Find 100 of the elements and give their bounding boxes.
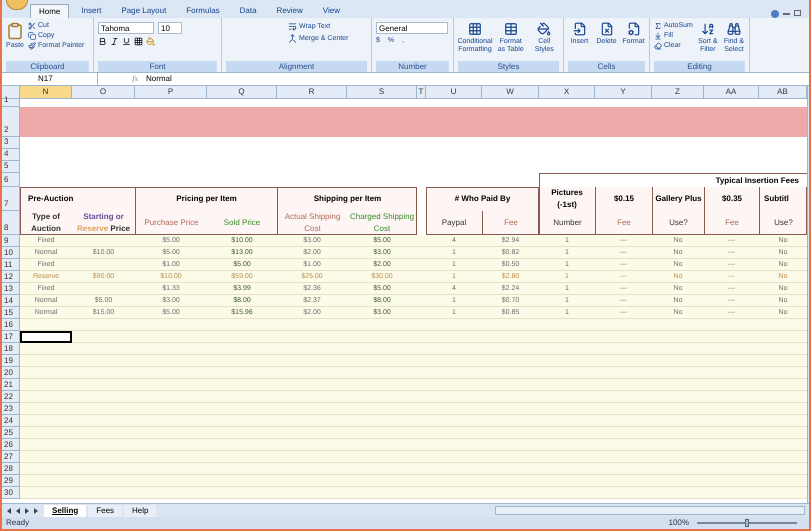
section-title: Pre-Auction xyxy=(28,193,74,205)
row-number[interactable]: 1 xyxy=(2,99,20,107)
italic-icon xyxy=(110,37,119,46)
column-title: Subtitl xyxy=(764,193,789,205)
column-title: Fee xyxy=(504,217,518,229)
status-text: Ready xyxy=(6,517,30,529)
row-number[interactable]: 23 xyxy=(2,403,20,415)
formula-field[interactable]: Normal xyxy=(142,73,809,85)
column-title: Type of Auction xyxy=(30,211,62,235)
row-number[interactable]: 27 xyxy=(2,451,20,463)
column-title: Fee xyxy=(725,217,739,229)
row-number[interactable]: 28 xyxy=(2,463,20,475)
paintbrush-icon xyxy=(28,42,36,50)
row-number[interactable]: 5 xyxy=(2,161,20,173)
ribbon-tab[interactable]: Data xyxy=(232,4,265,18)
column-title: $0.15 xyxy=(614,193,634,205)
column-header[interactable]: W xyxy=(482,86,539,98)
row-number[interactable]: 30 xyxy=(2,487,20,499)
column-header[interactable]: R xyxy=(277,86,347,98)
ribbon-tab[interactable]: Insert xyxy=(73,4,110,18)
row-number[interactable]: 12 xyxy=(2,271,20,283)
column-header[interactable]: X xyxy=(539,86,595,98)
group-label: Editing xyxy=(687,62,712,71)
column-title: Gallery Plus xyxy=(655,193,702,205)
vertical-scrollbar[interactable] xyxy=(807,86,809,503)
row-number[interactable]: 29 xyxy=(2,475,20,487)
column-title: $0.35 xyxy=(722,193,742,205)
group-label: Styles xyxy=(498,62,520,71)
column-header[interactable]: T xyxy=(417,86,426,98)
row-number[interactable]: 6 xyxy=(2,173,20,187)
row-number[interactable]: 10 xyxy=(2,247,20,259)
ribbon-tab[interactable]: Page Layout xyxy=(113,4,174,18)
underline-icon xyxy=(122,37,131,46)
row-number[interactable]: 26 xyxy=(2,439,20,451)
column-header[interactable]: Y xyxy=(595,86,652,98)
row-number[interactable]: 2 xyxy=(2,107,20,137)
table-icon xyxy=(504,22,518,36)
column-header[interactable]: O xyxy=(72,86,135,98)
section-title: Typical Insertion Fees xyxy=(716,174,799,186)
row-number[interactable]: 21 xyxy=(2,379,20,391)
column-title: Number xyxy=(553,217,582,229)
zoom-thumb[interactable] xyxy=(745,519,749,527)
sheet-tab[interactable]: Fees xyxy=(88,504,122,516)
row-number[interactable]: 3 xyxy=(2,137,20,149)
row-number[interactable]: 13 xyxy=(2,283,20,295)
horizontal-scrollbar[interactable] xyxy=(495,506,805,515)
column-header[interactable]: N xyxy=(20,86,72,98)
column-title: Actual Shipping Cost xyxy=(284,211,342,235)
column-title: Sold Price xyxy=(224,217,260,229)
row-number[interactable]: 11 xyxy=(2,259,20,271)
column-header[interactable]: S xyxy=(347,86,417,98)
row-number[interactable]: 14 xyxy=(2,295,20,307)
borders-icon xyxy=(134,37,143,46)
sort-icon xyxy=(700,22,715,36)
row-number[interactable]: 24 xyxy=(2,415,20,427)
name-box[interactable]: N17 xyxy=(2,73,98,85)
ribbon-tab[interactable]: Review xyxy=(268,4,311,18)
font-name-field[interactable]: Tahoma xyxy=(98,22,154,34)
bold-icon xyxy=(98,37,107,46)
row-number[interactable]: 9 xyxy=(2,235,20,247)
zoom-level: 100% xyxy=(668,517,689,529)
row-number[interactable]: 18 xyxy=(2,343,20,355)
row-number[interactable]: 20 xyxy=(2,367,20,379)
font-size-field[interactable]: 10 xyxy=(158,22,182,34)
group-label: Number xyxy=(398,62,427,71)
insert-icon xyxy=(572,22,586,36)
sheet-tab[interactable]: Selling xyxy=(44,504,86,516)
help-icon[interactable] xyxy=(771,10,779,18)
fill-icon xyxy=(654,32,662,40)
binoculars-icon xyxy=(726,22,741,36)
column-header[interactable]: P xyxy=(135,86,207,98)
column-header[interactable]: U xyxy=(426,86,482,98)
column-title: Fee xyxy=(617,217,631,229)
column-title: Starting or Reserve Price xyxy=(76,211,131,235)
row-number[interactable]: 16 xyxy=(2,319,20,331)
row-number[interactable]: 22 xyxy=(2,391,20,403)
merge-icon xyxy=(288,34,297,43)
eraser-icon xyxy=(654,42,662,50)
sheet-tab[interactable]: Help xyxy=(124,504,156,516)
row-number[interactable]: 25 xyxy=(2,427,20,439)
selected-cell[interactable] xyxy=(20,331,72,343)
ribbon-tab[interactable]: Home xyxy=(30,4,70,18)
fill-color-icon xyxy=(146,37,155,46)
ribbon-tab[interactable]: View xyxy=(314,4,348,18)
number-format-field[interactable]: General xyxy=(376,22,448,34)
column-header[interactable]: AA xyxy=(704,86,759,98)
column-header[interactable]: Q xyxy=(207,86,277,98)
row-number[interactable]: 17 xyxy=(2,331,20,343)
fx-button[interactable]: fx xyxy=(132,74,138,83)
row-number[interactable]: 4 xyxy=(2,149,20,161)
restore-icon[interactable] xyxy=(794,10,801,16)
group-label: Cells xyxy=(598,62,616,71)
row-number[interactable]: 7 xyxy=(2,187,20,211)
column-header[interactable]: Z xyxy=(652,86,704,98)
row-number[interactable]: 15 xyxy=(2,307,20,319)
section-title: Shipping per Item xyxy=(314,193,382,205)
row-number[interactable]: 19 xyxy=(2,355,20,367)
ribbon-tab[interactable]: Formulas xyxy=(178,4,228,18)
row-number[interactable]: 8 xyxy=(2,211,20,235)
scissors-icon xyxy=(28,22,36,30)
